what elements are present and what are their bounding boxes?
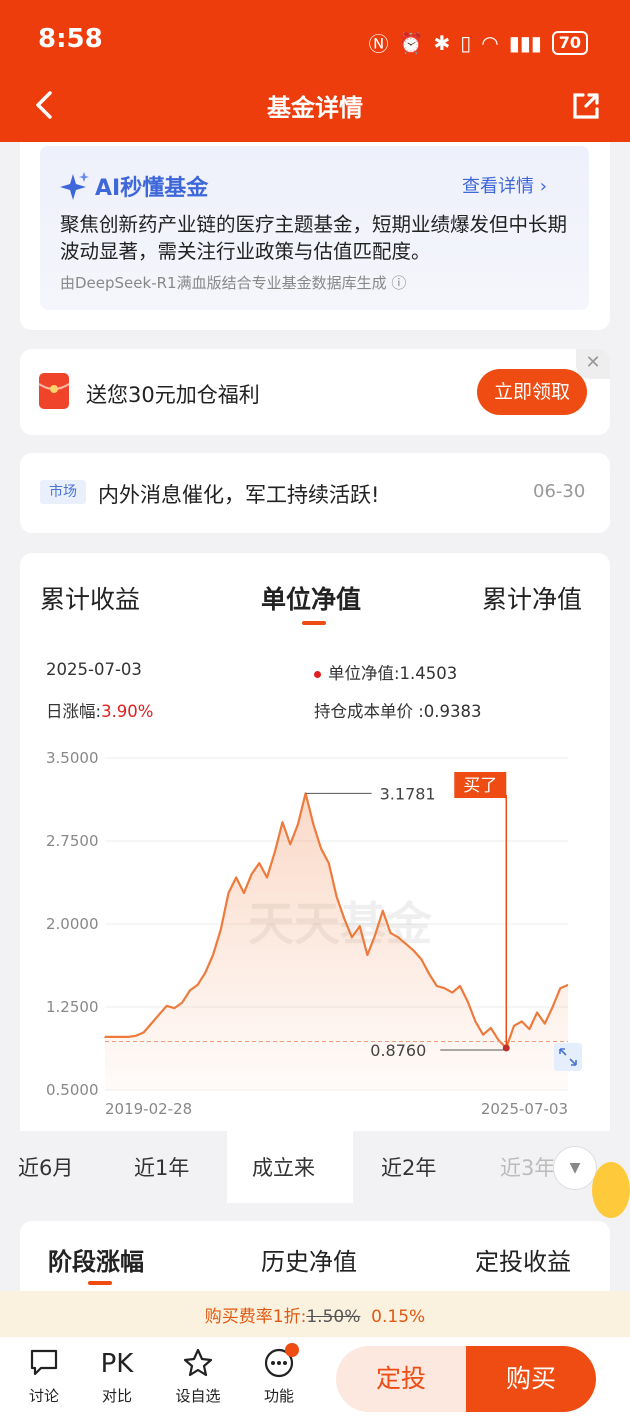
claim-button[interactable]: 立即领取: [477, 369, 587, 415]
ai-summary-title: AI秒懂基金: [95, 176, 209, 201]
range-6m[interactable]: 近6月: [18, 1152, 73, 1182]
status-time: 8:58: [38, 24, 103, 54]
features-button[interactable]: 功能: [249, 1347, 309, 1406]
range-since-inception[interactable]: 成立来: [252, 1152, 315, 1182]
mascot-icon[interactable]: [592, 1162, 630, 1218]
tab-sip-return[interactable]: 定投收益: [475, 1242, 571, 1277]
info-icon[interactable]: ⓘ: [391, 274, 406, 292]
y-tick-label: 2.0000: [46, 915, 99, 933]
y-tick-label: 3.5000: [46, 749, 99, 767]
unit-nav-value: 单位净值:1.4503: [314, 660, 457, 684]
active-tab-indicator: [302, 621, 326, 625]
chevron-right-icon: ›: [539, 176, 547, 197]
signal-icon: ▮▮▮: [508, 30, 542, 55]
vibrate-icon: ▯: [460, 30, 472, 55]
range-3y[interactable]: 近3年: [500, 1152, 555, 1182]
star-plus-icon: [168, 1347, 228, 1381]
holding-cost: 持仓成本单价 :0.9383: [314, 702, 482, 721]
ai-detail-link[interactable]: 查看详情 ›: [462, 172, 547, 198]
range-2y[interactable]: 近2年: [381, 1152, 436, 1182]
news-headline: 内外消息催化，军工持续活跃!: [98, 483, 380, 507]
nfc-icon: Ⓝ: [368, 32, 389, 56]
notification-badge: [285, 1343, 299, 1357]
red-envelope-icon: [38, 373, 70, 409]
section-tab-indicator: [88, 1281, 112, 1285]
range-1y[interactable]: 近1年: [134, 1152, 189, 1182]
discuss-button[interactable]: 讨论: [14, 1347, 74, 1406]
x-tick-label: 2025-07-03: [481, 1100, 568, 1118]
share-icon[interactable]: [570, 90, 602, 122]
buy-button[interactable]: 购买: [466, 1346, 596, 1412]
wifi-icon: ◠: [481, 30, 499, 55]
buy-marker-label: 买了: [463, 776, 497, 796]
sparkle-icon: [60, 172, 89, 200]
y-tick-label: 1.2500: [46, 998, 99, 1016]
new-fee: 0.15%: [371, 1307, 426, 1327]
sip-button[interactable]: 定投: [336, 1346, 466, 1412]
expand-icon[interactable]: [554, 1043, 582, 1071]
pk-icon: PK: [100, 1349, 134, 1379]
watchlist-button[interactable]: 设自选: [168, 1347, 228, 1406]
y-tick-label: 2.7500: [46, 832, 99, 850]
news-tag: 市场: [40, 480, 86, 504]
x-tick-label: 2019-02-28: [105, 1100, 192, 1118]
ai-summary-text: 聚焦创新药产业链的医疗主题基金，短期业绩爆发但中长期波动显著，需关注行业政策与估…: [60, 213, 568, 263]
series-area: [105, 793, 568, 1090]
promo-text: 送您30元加仓福利: [86, 383, 260, 407]
daily-change: 日涨幅:3.90%: [46, 702, 154, 721]
min-label: 0.8760: [370, 1041, 426, 1060]
status-icons: Ⓝ ⏰ ✱ ▯ ◠ ▮▮▮ 70: [369, 28, 588, 57]
compare-button[interactable]: PK 对比: [87, 1347, 147, 1406]
max-label: 3.1781: [380, 784, 436, 803]
nav-line-chart[interactable]: 3.50002.75002.00001.25000.5000天天基金3.1781…: [20, 740, 610, 1125]
tab-cumulative-return[interactable]: 累计收益: [40, 580, 140, 616]
chat-icon: [14, 1347, 74, 1381]
page-title: 基金详情: [267, 94, 363, 122]
news-date: 06-30: [533, 481, 586, 502]
ai-source: 由DeepSeek-R1满血版结合专业基金数据库生成 ⓘ: [60, 274, 407, 292]
y-tick-label: 0.5000: [46, 1081, 99, 1099]
tab-unit-nav[interactable]: 单位净值: [261, 580, 361, 616]
tab-history-nav[interactable]: 历史净值: [261, 1242, 357, 1277]
old-fee: 1.50%: [306, 1307, 361, 1327]
chart-date: 2025-07-03: [46, 660, 142, 679]
chevron-down-icon[interactable]: ▼: [553, 1146, 597, 1190]
battery-icon: 70: [551, 30, 588, 55]
alarm-icon: ⏰: [398, 30, 424, 55]
buy-point: [502, 1044, 510, 1052]
more-icon: [249, 1347, 309, 1381]
bluetooth-icon: ✱: [433, 30, 451, 55]
tab-period-return[interactable]: 阶段涨幅: [48, 1242, 144, 1277]
fee-text: 购买费率1折:1.50% 0.15%: [204, 1307, 426, 1327]
tab-cumulative-nav[interactable]: 累计净值: [482, 580, 582, 616]
close-icon[interactable]: ✕: [576, 349, 610, 379]
series-dot: [314, 671, 321, 678]
